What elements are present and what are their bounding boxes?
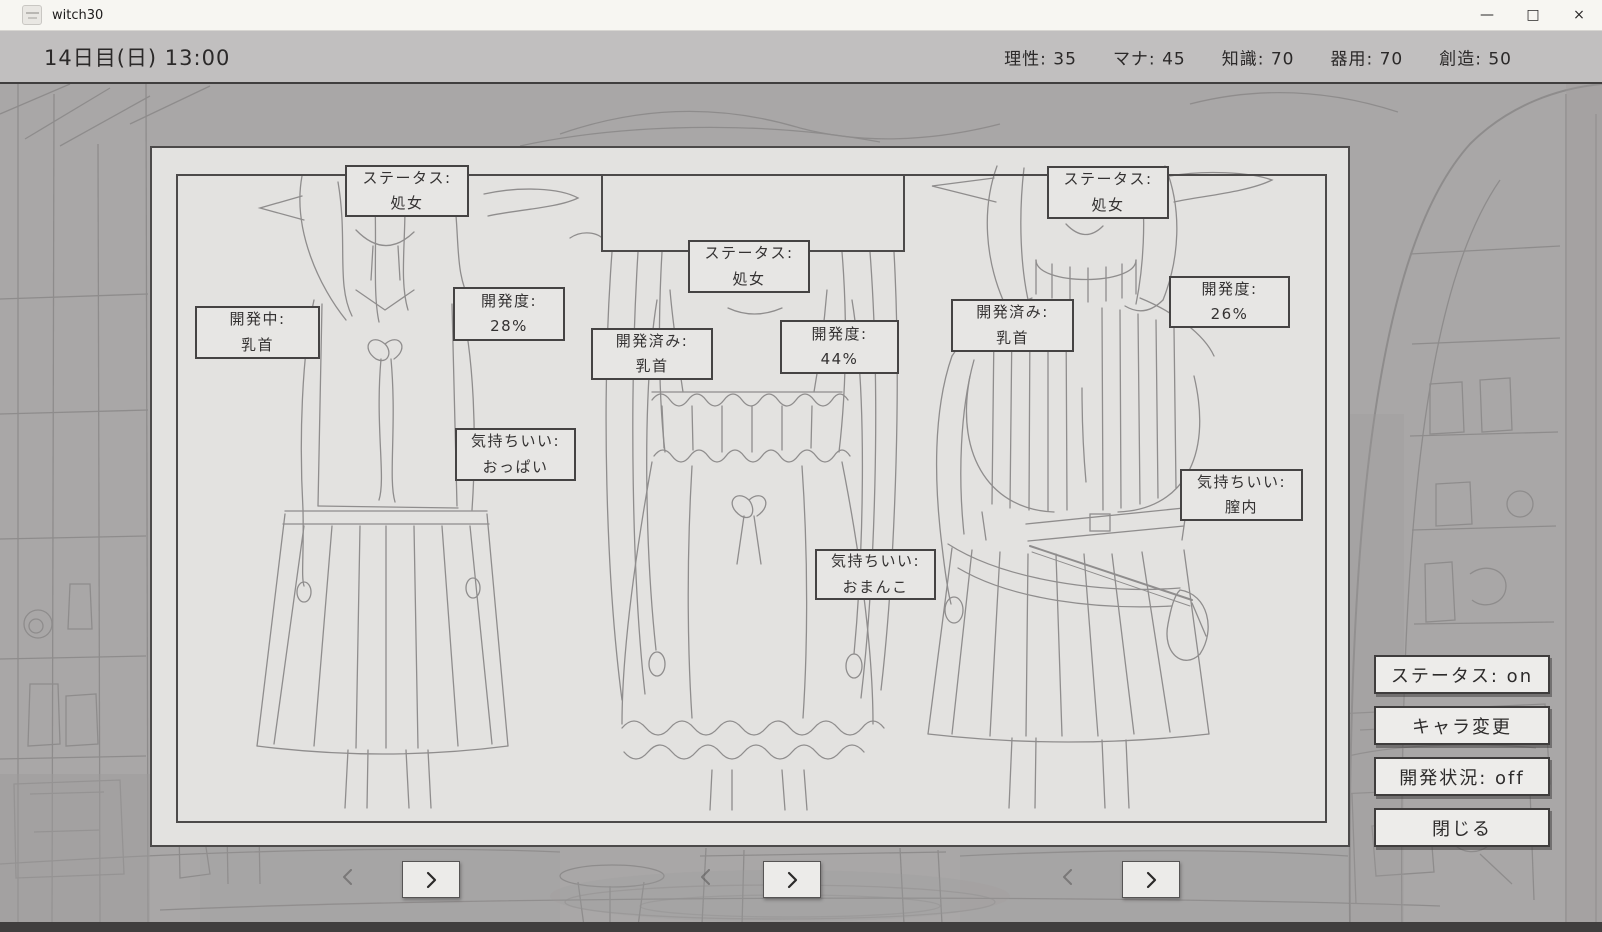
char1-dev-value: 乳首 [241, 333, 274, 359]
char3-feel-box: 気持ちいい: 膣内 [1180, 469, 1303, 521]
stat-knowledge: 知識: 70 [1222, 44, 1295, 69]
char3-next-button[interactable] [1122, 861, 1180, 898]
stat-reason: 理性: 35 [1004, 44, 1077, 69]
char3-status-title: ステータス: [1063, 167, 1152, 193]
char2-status-value: 処女 [732, 267, 765, 293]
char1-rate-value: 28% [490, 314, 528, 340]
window-title: witch30 [52, 8, 103, 23]
char1-status-box: ステータス: 処女 [345, 165, 469, 217]
char2-status-title: ステータス: [704, 241, 793, 267]
stat-dexterity: 器用: 70 [1330, 44, 1403, 69]
chevron-left-icon [698, 867, 714, 887]
char1-rate-title: 開発度: [481, 289, 537, 315]
char1-rate-box: 開発度: 28% [453, 287, 565, 341]
character-change-button[interactable]: キャラ変更 [1374, 706, 1550, 745]
chevron-right-icon [784, 870, 800, 890]
maximize-button[interactable]: □ [1510, 0, 1556, 30]
close-panel-button[interactable]: 閉じる [1374, 808, 1550, 847]
char1-feel-title: 気持ちいい: [471, 429, 560, 455]
chevron-right-icon [1143, 870, 1159, 890]
window-titlebar: witch30 — □ × [0, 0, 1602, 31]
char2-rate-box: 開発度: 44% [780, 320, 899, 374]
char1-feel-value: おっぱい [482, 455, 548, 481]
floor-dark-strip [0, 922, 1602, 932]
char1-next-button[interactable] [402, 861, 460, 898]
chevron-left-icon [1060, 867, 1076, 887]
char1-status-title: ステータス: [362, 166, 451, 192]
char2-rate-title: 開発度: [811, 322, 867, 348]
char1-dev-box: 開発中: 乳首 [195, 306, 320, 359]
char2-dev-box: 開発済み: 乳首 [591, 328, 713, 380]
chevron-left-icon [340, 867, 356, 887]
char2-prev-button-disabled [691, 862, 721, 892]
character-status-panel: ステータス: 処女 開発中: 乳首 開発度: 28% 気持ちいい: おっぱい ス… [150, 146, 1350, 847]
char2-feel-box: 気持ちいい: おまんこ [815, 549, 936, 600]
char3-dev-title: 開発済み: [976, 300, 1049, 326]
char2-status-box: ステータス: 処女 [688, 240, 810, 293]
char3-rate-box: 開発度: 26% [1169, 276, 1290, 328]
close-panel-label: 閉じる [1432, 815, 1492, 841]
stat-mana: マナ: 45 [1113, 44, 1186, 69]
char3-feel-title: 気持ちいい: [1197, 470, 1286, 496]
char2-dev-title: 開発済み: [616, 329, 689, 355]
char3-prev-button-disabled [1053, 862, 1083, 892]
chevron-right-icon [423, 870, 439, 890]
char1-prev-button-disabled [333, 862, 363, 892]
char1-feel-box: 気持ちいい: おっぱい [455, 428, 576, 481]
stat-creation: 創造: 50 [1439, 44, 1512, 69]
char2-rate-value: 44% [821, 347, 859, 373]
character-change-label: キャラ変更 [1412, 713, 1512, 739]
char3-feel-value: 膣内 [1225, 495, 1258, 521]
char1-status-value: 処女 [390, 191, 423, 217]
game-header: 14日目(日) 13:00 理性: 35 マナ: 45 知識: 70 器用: 7… [0, 31, 1602, 84]
status-toggle-label: ステータス: on [1391, 662, 1533, 688]
char3-rate-title: 開発度: [1201, 277, 1257, 303]
dev-status-toggle-button[interactable]: 開発状況: off [1374, 757, 1550, 796]
char3-rate-value: 26% [1211, 302, 1249, 328]
close-window-button[interactable]: × [1556, 0, 1602, 30]
game-datetime: 14日目(日) 13:00 [44, 42, 230, 72]
minimize-button[interactable]: — [1464, 0, 1510, 30]
char3-status-box: ステータス: 処女 [1047, 166, 1169, 219]
char2-feel-title: 気持ちいい: [831, 549, 920, 575]
char2-dev-value: 乳首 [635, 354, 668, 380]
char3-dev-value: 乳首 [996, 326, 1029, 352]
dev-status-toggle-label: 開発状況: off [1399, 764, 1524, 790]
window-controls: — □ × [1464, 0, 1602, 30]
status-toggle-button[interactable]: ステータス: on [1374, 655, 1550, 694]
char3-dev-box: 開発済み: 乳首 [951, 299, 1074, 352]
char2-next-button[interactable] [763, 861, 821, 898]
char1-dev-title: 開発中: [229, 307, 285, 333]
char2-feel-value: おまんこ [842, 575, 908, 601]
stats-bar: 理性: 35 マナ: 45 知識: 70 器用: 70 創造: 50 [1004, 44, 1512, 69]
char3-status-value: 処女 [1091, 193, 1124, 219]
app-icon [22, 5, 42, 25]
